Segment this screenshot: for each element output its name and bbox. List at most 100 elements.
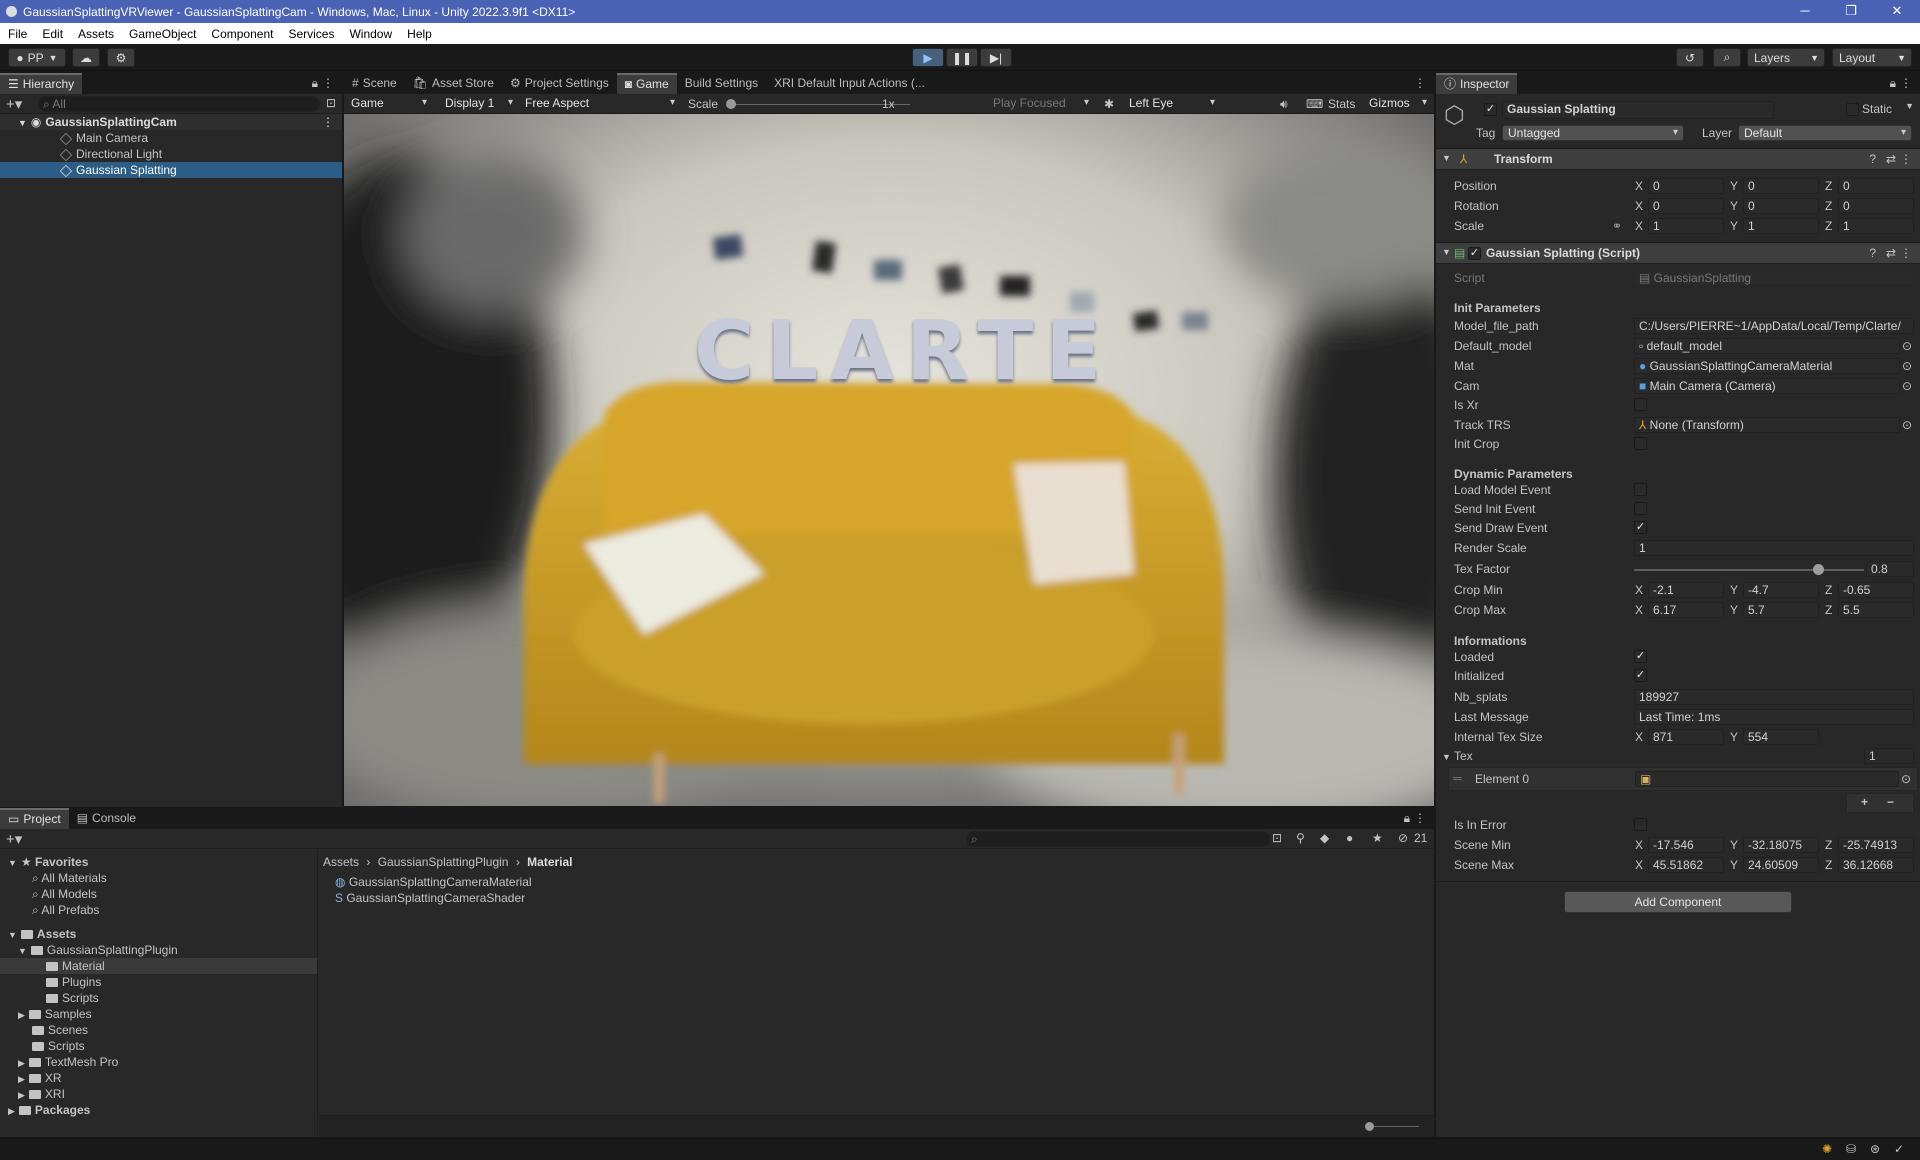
menu-component[interactable]: Component [203,27,280,41]
folder-xri[interactable]: ▶ XRI [0,1086,317,1102]
folder-scripts[interactable]: Scripts [0,1038,317,1054]
menu-assets[interactable]: Assets [70,27,121,41]
hierarchy-item-main-camera[interactable]: Main Camera [0,130,342,146]
render-scale-field[interactable]: 1 [1634,540,1914,556]
expand-arrow-icon[interactable]: ▶ [18,1090,25,1100]
load-model-event-checkbox[interactable] [1634,483,1647,496]
menu-gameobject[interactable]: GameObject [121,27,203,41]
compile-status-icon[interactable]: ✓ [1894,1142,1904,1156]
more-options-icon[interactable]: ⋮ [1414,76,1426,90]
scene-filter-icon[interactable]: ⊡ [326,96,336,110]
layers-dropdown[interactable]: Layers ▼ [1747,48,1825,67]
preset-icon[interactable]: ⇄ [1886,246,1896,260]
more-options-icon[interactable]: ⋮ [1900,246,1912,260]
object-name-field[interactable]: Gaussian Splatting [1502,101,1774,119]
bug-icon[interactable]: ✱ [1104,96,1114,112]
scale-slider-handle[interactable] [726,99,736,109]
lock-icon[interactable]: 🔒︎ [312,76,318,91]
menu-file[interactable]: File [0,27,34,41]
folder-material[interactable]: Material [0,958,317,974]
tex-factor-field[interactable]: 0.8 [1866,561,1914,577]
folder-scenes[interactable]: Scenes [0,1022,317,1038]
hierarchy-item-gaussian-splatting[interactable]: Gaussian Splatting [0,162,342,178]
more-options-icon[interactable]: ⋮ [1900,76,1912,90]
progress-icon[interactable]: ✺ [1822,1142,1832,1156]
tab-asset-store[interactable]: 🛍︎ Asset Store [405,73,502,94]
icon-size-slider-track[interactable] [1369,1126,1419,1127]
expand-arrow-icon[interactable]: ▶ [18,1058,25,1068]
position-z-field[interactable]: 0 [1838,178,1914,194]
script-component-header[interactable]: ▼ ▤ ✓ Gaussian Splatting (Script) ? ⇄ ⋮ [1436,242,1920,264]
menu-window[interactable]: Window [341,27,399,41]
expand-arrow-icon[interactable]: ▶ [18,1074,25,1084]
project-search-input[interactable]: ⌕ [966,831,1270,847]
close-button[interactable]: ✕ [1874,0,1920,23]
favorite-all-models[interactable]: ⌕ All Models [0,886,317,902]
crop-min-z-field[interactable]: -0.65 [1838,582,1914,598]
more-options-icon[interactable]: ⋮ [322,114,334,130]
rotation-z-field[interactable]: 0 [1838,198,1914,214]
scale-x-field[interactable]: 1 [1648,218,1724,234]
filter-icon[interactable]: ⚲ [1296,831,1305,845]
tab-xri-input-actions[interactable]: XRI Default Input Actions (... [766,73,933,94]
label-icon[interactable]: ◆ [1320,831,1329,845]
remove-element-button[interactable]: − [1887,795,1894,809]
favorite-all-prefabs[interactable]: ⌕ All Prefabs [0,902,317,918]
tag-dropdown[interactable]: Untagged [1502,125,1684,141]
maximize-button[interactable]: ❐ [1828,0,1874,23]
layer-dropdown[interactable]: Default [1738,125,1912,141]
object-picker-icon[interactable]: ⊙ [1902,338,1912,354]
cam-field[interactable]: ■ Main Camera (Camera) [1634,378,1900,394]
breadcrumb-plugin[interactable]: GaussianSplattingPlugin [378,855,509,869]
crop-min-x-field[interactable]: -2.1 [1648,582,1724,598]
element-0-field[interactable]: ▣ [1635,771,1899,787]
minimize-button[interactable]: ─ [1782,0,1828,23]
model-file-path-field[interactable]: C:/Users/PIERRE~1/AppData/Local/Temp/Cla… [1634,318,1914,334]
position-y-field[interactable]: 0 [1743,178,1819,194]
object-picker-icon[interactable]: ⊙ [1901,771,1911,787]
crop-max-x-field[interactable]: 6.17 [1648,602,1724,618]
play-button[interactable]: ▶ [912,48,944,67]
eye-dropdown[interactable]: Left Eye [1124,95,1220,113]
expand-arrow-icon[interactable]: ▼ [1442,752,1451,762]
cache-icon[interactable]: ⛁ [1846,1142,1856,1156]
expand-arrow-icon[interactable]: ▶ [18,1010,25,1020]
expand-arrow-icon[interactable]: ▼ [1442,247,1451,257]
nb-splats-field[interactable]: 189927 [1634,689,1914,705]
static-checkbox[interactable] [1846,103,1859,116]
add-icon[interactable]: +▾ [6,830,22,848]
breadcrumb-material[interactable]: Material [527,855,572,869]
scene-min-z-field[interactable]: -25.74913 [1838,837,1914,853]
tab-scene[interactable]: # Scene [344,73,405,94]
search-by-type-icon[interactable]: ⊡ [1272,831,1282,845]
debug-icon[interactable]: ⊛ [1870,1142,1880,1156]
tab-build-settings[interactable]: Build Settings [677,73,766,94]
rotation-x-field[interactable]: 0 [1648,198,1724,214]
hierarchy-search-input[interactable]: ⌕ All [38,96,320,112]
folder-plugin-scripts[interactable]: Scripts [0,990,317,1006]
lock-icon[interactable]: 🔒︎ [1890,76,1896,91]
transform-header[interactable]: ▼ ⅄ Transform ? ⇄ ⋮ [1436,148,1920,170]
favorite-all-materials[interactable]: ⌕ All Materials [0,870,317,886]
folder-samples[interactable]: ▶ Samples [0,1006,317,1022]
menu-services[interactable]: Services [280,27,341,41]
position-x-field[interactable]: 0 [1648,178,1724,194]
expand-arrow-icon[interactable]: ▼ [8,930,17,940]
tab-hierarchy[interactable]: ☰ Hierarchy [0,73,83,94]
track-trs-field[interactable]: ⅄ None (Transform) [1634,417,1900,433]
cloud-button[interactable]: ☁ [72,48,100,67]
expand-arrow-icon[interactable]: ▼ [1442,153,1451,163]
scene-root[interactable]: ▼ ◉ GaussianSplattingCam ⋮ [0,114,342,130]
object-picker-icon[interactable]: ⊙ [1902,358,1912,374]
menu-edit[interactable]: Edit [34,27,70,41]
tab-console[interactable]: ▤ Console [69,808,144,829]
hidden-packages-icon[interactable]: ⊘ [1398,831,1408,845]
tex-factor-slider-track[interactable] [1634,569,1864,571]
collab-button[interactable]: ⚙ [107,48,135,67]
object-picker-icon[interactable]: ⊙ [1902,378,1912,394]
hierarchy-item-directional-light[interactable]: Directional Light [0,146,342,162]
crop-max-y-field[interactable]: 5.7 [1743,602,1819,618]
stats-button[interactable]: Stats [1328,96,1355,112]
breadcrumb-assets[interactable]: Assets [323,855,359,869]
help-icon[interactable]: ? [1869,246,1876,260]
